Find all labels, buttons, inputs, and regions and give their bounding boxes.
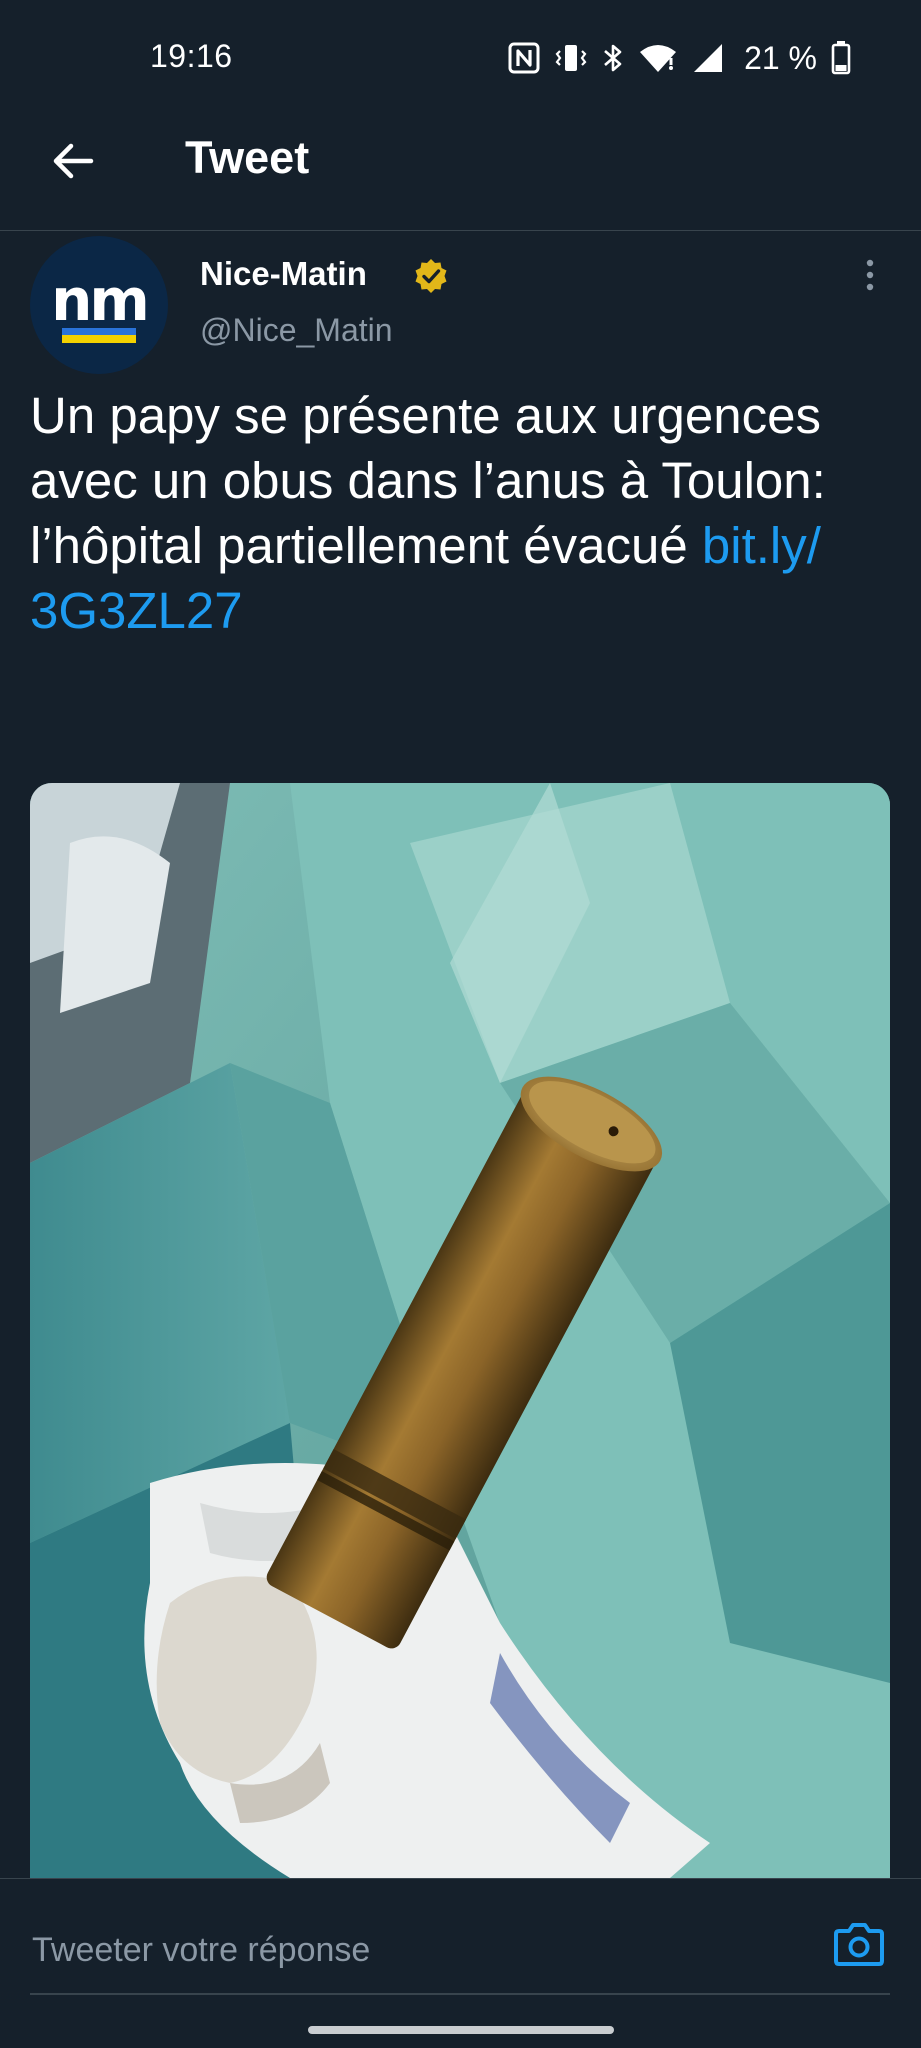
status-icons: 21 % xyxy=(508,38,851,78)
avatar[interactable]: nm xyxy=(30,236,168,374)
tweet-text: Un papy se présente aux urgences avec un… xyxy=(30,383,890,643)
camera-icon xyxy=(834,1923,884,1966)
author-name[interactable]: Nice-Matin xyxy=(200,255,367,293)
back-button[interactable] xyxy=(42,130,104,192)
reply-bar xyxy=(0,1878,921,2048)
avatar-stripe-yellow xyxy=(62,335,136,343)
reply-divider xyxy=(30,1993,890,1995)
bluetooth-icon xyxy=(602,42,624,74)
tweet-link-line-2: 3G3ZL27 xyxy=(30,582,243,639)
camera-button[interactable] xyxy=(832,1917,886,1971)
status-time: 19:16 xyxy=(150,38,233,74)
battery-icon xyxy=(831,41,851,75)
home-indicator[interactable] xyxy=(308,2026,614,2034)
more-vertical-icon xyxy=(866,259,874,291)
avatar-logo-text: nm xyxy=(51,266,150,334)
tweet-link-line-1: bit.ly/ xyxy=(701,517,821,574)
verified-badge-icon xyxy=(415,259,447,293)
app-header: Tweet xyxy=(0,100,921,231)
avatar-stripe-blue xyxy=(62,328,136,335)
battery-percentage: 21 % xyxy=(744,39,817,76)
reply-input[interactable] xyxy=(30,1919,814,1981)
status-bar: 19:16 21 % xyxy=(0,0,921,100)
tweet-detail-screen: 19:16 21 % Tweet nm Nice-Matin @Nice_Mat… xyxy=(0,0,921,2048)
tweet-photo[interactable] xyxy=(30,783,890,1878)
author-handle[interactable]: @Nice_Matin xyxy=(200,312,393,349)
page-title: Tweet xyxy=(185,132,310,183)
more-options-button[interactable] xyxy=(855,255,885,295)
photo-illustration xyxy=(30,783,890,1878)
signal-icon xyxy=(692,42,724,74)
arrow-left-icon xyxy=(53,143,94,179)
vibrate-icon xyxy=(554,42,588,74)
wifi-icon xyxy=(638,42,678,74)
nfc-icon xyxy=(508,42,540,74)
